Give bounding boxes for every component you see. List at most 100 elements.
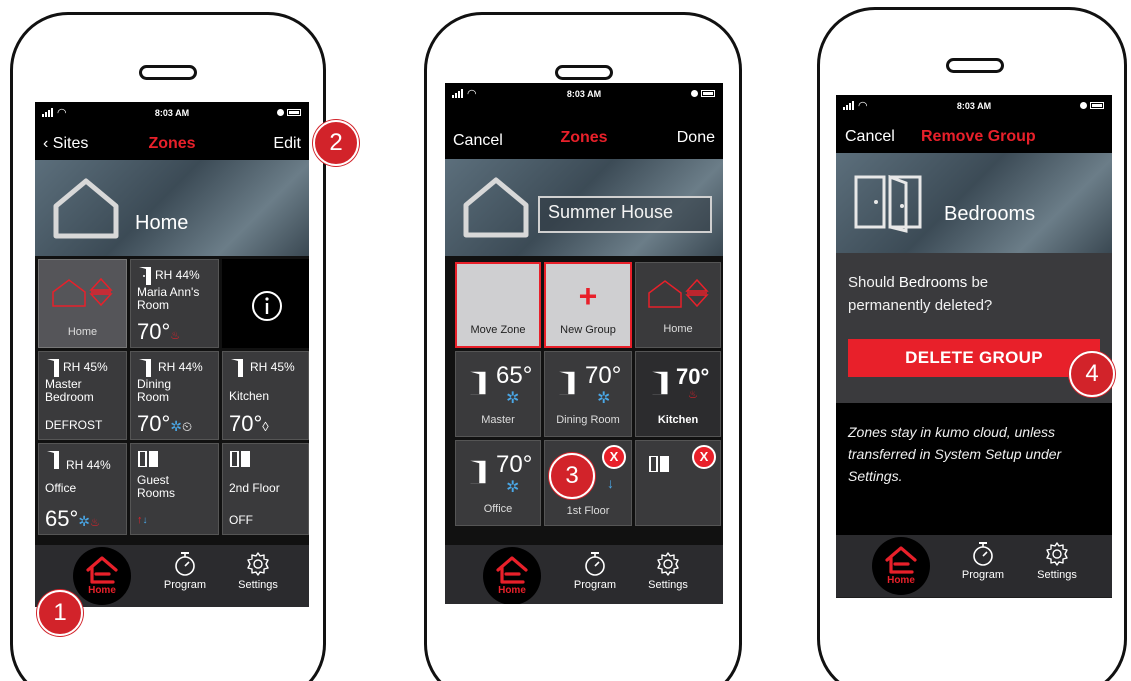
zone-name: Kitchen — [657, 414, 699, 426]
battery-icon — [277, 109, 301, 116]
zone-tile-dining[interactable]: 70° ✲ Dining Room — [544, 351, 632, 437]
zone-grid: Home RH 44% Maria Ann's Room 70°♨ RH 45%… — [35, 256, 309, 545]
temp-value: 70° — [137, 319, 171, 344]
tab-label: Home — [498, 585, 526, 596]
stopwatch-icon — [585, 552, 605, 576]
tab-label: Settings — [1037, 569, 1077, 581]
humidity-label: RH 44% — [66, 458, 111, 472]
status-time: 8:03 AM — [566, 89, 602, 99]
humidity-label: RH 45% — [63, 360, 108, 374]
zone-name: Maria Ann's Room — [137, 285, 200, 312]
battery-icon — [1080, 102, 1104, 109]
tile-label: Move Zone — [470, 324, 526, 336]
zone-name: 1st Floor — [566, 505, 610, 517]
zone-tile-maria[interactable]: RH 44% Maria Ann's Room 70°♨ — [130, 259, 219, 348]
zone-grid: Move Zone + New Group Home 65° ✲ Master … — [445, 256, 723, 545]
tab-settings[interactable]: Settings — [1022, 535, 1092, 581]
zone-name: Office — [483, 503, 513, 515]
screen-zones-edit: ◠ 8:03 AM Cancel Zones Done Summer House… — [445, 83, 723, 604]
door-icon — [47, 359, 59, 377]
new-group-tile[interactable]: + New Group — [544, 262, 632, 348]
tab-program[interactable]: Program — [948, 535, 1018, 581]
phone-frame-3: ◠ 8:03 AM Cancel Remove Group Bedrooms S… — [817, 7, 1127, 681]
delete-group-button[interactable]: DELETE GROUP — [848, 339, 1100, 377]
tab-program[interactable]: Program — [150, 545, 220, 591]
site-name-input[interactable]: Summer House — [538, 196, 712, 233]
home-tab-circle: Home — [872, 537, 930, 595]
battery-icon — [691, 90, 715, 97]
zone-name: Home — [67, 326, 98, 338]
zone-tile-home[interactable]: Home — [635, 262, 721, 348]
group-name: Bedrooms — [944, 203, 1036, 225]
zone-tile-kitchen[interactable]: RH 45% Kitchen 70°◊ — [222, 351, 309, 440]
tab-program[interactable]: Program — [560, 545, 630, 591]
home-tab-circle: Home — [73, 547, 131, 605]
zone-name: Master — [481, 414, 515, 426]
done-button[interactable]: Done — [677, 129, 715, 147]
tab-label: Program — [163, 579, 207, 591]
zone-group-guest[interactable]: Guest Rooms ↑↓ — [130, 443, 219, 535]
updown-arrows-icon: ↑↓ — [137, 514, 148, 526]
callout-2: 2 — [313, 120, 359, 166]
house-icon — [463, 177, 529, 238]
humidity-label: RH 45% — [250, 360, 295, 374]
remove-group-x-button[interactable]: X — [692, 445, 716, 469]
cool-icon: ✲ — [506, 479, 520, 496]
site-header[interactable]: Home — [35, 160, 309, 256]
move-zone-tile[interactable]: Move Zone — [455, 262, 541, 348]
tab-home[interactable]: Home — [866, 535, 936, 595]
group-header: Bedrooms — [836, 153, 1112, 253]
zone-tile-office[interactable]: RH 44% Office 65°✲♨ — [38, 443, 127, 535]
info-tile[interactable] — [222, 259, 309, 348]
zone-tile-home[interactable]: Home — [38, 259, 127, 348]
zone-temperature: 70°◊ — [229, 411, 269, 437]
remove-group-x-button[interactable]: X — [602, 445, 626, 469]
zone-temperature: 70° — [496, 451, 533, 478]
zone-name: Guest Rooms — [137, 473, 176, 500]
question-group-name: Bedrooms — [898, 274, 968, 291]
status-bar: ◠ 8:03 AM — [445, 83, 723, 107]
tab-label: Program — [573, 579, 617, 591]
humidity-label: RH 44% — [158, 360, 203, 374]
speaker-slot — [139, 65, 197, 80]
zone-temperature: 65° — [496, 362, 533, 389]
zone-tile-dining[interactable]: RH 44% Dining Room 70°✲⏲ — [130, 351, 219, 440]
cancel-button[interactable]: Cancel — [845, 128, 895, 146]
zone-name: Kitchen — [229, 389, 270, 403]
zone-tile-office[interactable]: 70° ✲ Office — [455, 440, 541, 526]
heat-icon: ♨ — [90, 517, 100, 529]
zone-tile-master[interactable]: RH 45% Master Bedroom DEFROST — [38, 351, 127, 440]
zone-name: Home — [663, 323, 693, 335]
tab-settings[interactable]: Settings — [223, 545, 293, 591]
zone-name: Dining Room — [556, 414, 620, 426]
double-door-icon — [230, 451, 250, 467]
humidity-label: RH 44% — [155, 268, 200, 282]
temp-value: 70° — [229, 411, 263, 436]
down-arrow-icon: ↓ — [607, 475, 614, 491]
tab-home[interactable]: Home — [67, 545, 137, 605]
nav-bar: ‹ Sites Zones Edit — [35, 126, 309, 160]
door-icon — [470, 371, 486, 395]
dry-icon: ◊ — [262, 419, 269, 434]
question-line-2: permanently deleted? — [848, 297, 993, 314]
tab-home[interactable]: Home — [477, 545, 547, 604]
zone-group-2nd-floor[interactable]: 2nd Floor OFF — [222, 443, 309, 535]
house-updown-icon — [648, 278, 709, 308]
cool-icon: ✲ — [170, 418, 183, 434]
phone-frame-2: ◠ 8:03 AM Cancel Zones Done Summer House… — [424, 12, 742, 681]
zone-temperature: 70° — [676, 364, 710, 389]
door-icon — [231, 359, 243, 377]
tab-settings[interactable]: Settings — [633, 545, 703, 591]
home-logo-icon — [885, 546, 917, 574]
zone-name: Dining Room — [137, 377, 172, 404]
speaker-slot — [555, 65, 613, 80]
tab-bar: Home Program Settings — [445, 545, 723, 604]
edit-button[interactable]: Edit — [273, 135, 301, 153]
temp-value: 65° — [45, 506, 79, 531]
zone-tile-kitchen[interactable]: 70° ♨ Kitchen — [635, 351, 721, 437]
info-note: Zones stay in kumo cloud, unless transfe… — [848, 424, 1062, 484]
question-suffix: be — [971, 274, 989, 291]
status-bar: ◠ 8:03 AM — [35, 102, 309, 126]
zone-tile-master[interactable]: 65° ✲ Master — [455, 351, 541, 437]
nav-title: Remove Group — [921, 128, 1036, 145]
